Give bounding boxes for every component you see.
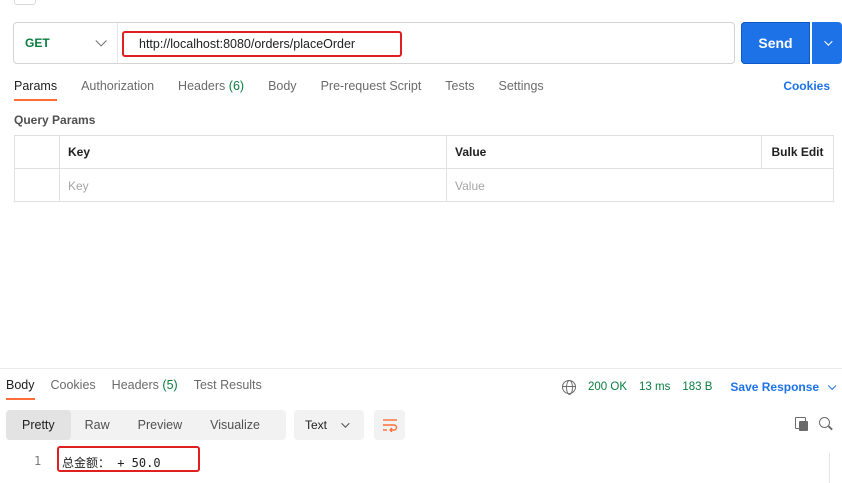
row-checkbox[interactable] [15,169,60,202]
view-pretty[interactable]: Pretty [6,410,71,440]
send-options-button[interactable] [812,22,842,64]
save-response-label: Save Response [730,380,820,394]
request-bar: GET http://localhost:8080/orders/placeOr… [13,22,735,64]
response-tab-headers[interactable]: Headers (5) [112,378,178,400]
key-input[interactable]: Key [60,169,447,202]
format-label: Text [305,418,328,432]
view-preview[interactable]: Preview [124,410,196,440]
checkbox-column [15,136,60,168]
globe-icon[interactable] [562,380,576,395]
url-input[interactable]: http://localhost:8080/orders/placeOrder [122,31,402,57]
query-params-table: Key Value Bulk Edit Key Value [14,135,834,202]
copy-icon[interactable] [795,417,809,431]
view-mode-selector: Pretty Raw Preview Visualize [6,410,286,440]
response-tab-body[interactable]: Body [6,378,35,400]
response-tabs: Body Cookies Headers (5) Test Results [6,378,278,400]
vertical-scrollbar[interactable] [829,453,842,483]
view-raw[interactable]: Raw [71,410,124,440]
chevron-down-icon [827,381,837,391]
tab-settings[interactable]: Settings [498,79,543,101]
key-header-label: Key [68,145,91,159]
line-number: 1 [34,454,42,468]
search-icon[interactable] [819,417,833,431]
response-headers-label: Headers [111,378,159,392]
chevron-down-icon [824,37,833,46]
response-time[interactable]: 13 ms [639,381,670,393]
method-select[interactable]: GET [14,23,118,63]
wrap-lines-icon [382,419,397,432]
table-row: Key Value [15,169,833,202]
value-column-header: Value [447,136,762,168]
bulk-edit-button[interactable]: Bulk Edit [762,136,833,168]
response-tab-cookies[interactable]: Cookies [51,378,96,400]
value-header-label: Value [455,145,487,159]
query-params-title: Query Params [14,113,96,127]
tab-body[interactable]: Body [268,79,297,101]
response-headers-count: (5) [162,378,178,392]
cookies-link[interactable]: Cookies [783,79,830,93]
response-body-line: 1 总金额： + 50.0 [0,446,842,472]
table-header-row: Key Value Bulk Edit [15,136,833,169]
key-column-header: Key [60,136,447,168]
chevron-down-icon [341,419,350,428]
status-badge[interactable]: 200 OK [588,381,627,393]
send-button[interactable]: Send [741,22,810,64]
response-body-text: 总金额： + 50.0 [62,456,161,470]
tab-authorization[interactable]: Authorization [81,79,154,101]
value-input[interactable]: Value [447,169,762,202]
value-placeholder: Value [455,178,485,193]
response-tab-test-results[interactable]: Test Results [194,378,262,400]
response-size[interactable]: 183 B [682,381,712,393]
key-placeholder: Key [68,178,89,193]
row-spacer [762,169,833,202]
tab-headers-count: (6) [228,79,245,93]
url-text: http://localhost:8080/orders/placeOrder [139,37,356,51]
save-response-button[interactable]: Save Response [730,380,837,394]
tab-stub [14,0,36,5]
chevron-down-icon [95,35,107,47]
tab-headers-label: Headers [178,79,226,93]
response-divider [0,368,842,369]
request-tabs: Params Authorization Headers (6) Body Pr… [14,79,568,103]
tab-headers[interactable]: Headers (6) [178,79,244,101]
method-label: GET [25,36,50,50]
tab-tests[interactable]: Tests [445,79,474,101]
response-meta: 200 OK 13 ms 183 B Save Response [562,378,837,396]
tab-params[interactable]: Params [14,79,58,101]
view-visualize[interactable]: Visualize [196,410,274,440]
format-select[interactable]: Text [294,410,364,440]
wrap-lines-button[interactable] [374,410,405,440]
tab-pre-request-script[interactable]: Pre-request Script [321,79,422,101]
